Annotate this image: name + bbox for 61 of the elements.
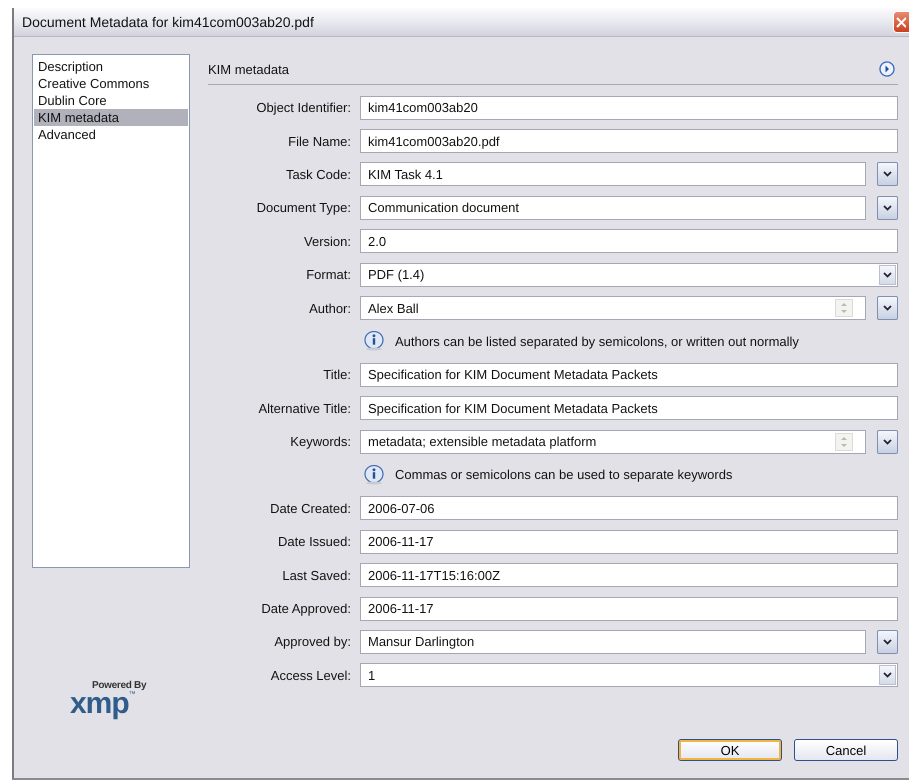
input-field[interactable]: 2.0 (360, 229, 898, 254)
input-field[interactable]: kim41com003ab20 (360, 96, 898, 120)
field-label: Date Created: (269, 500, 351, 516)
list-item[interactable]: Creative Commons (34, 75, 188, 92)
arrow-circle-icon (879, 61, 895, 77)
dialog-button[interactable]: Cancel (794, 739, 898, 761)
chevron-down-icon (883, 204, 892, 211)
field-label: Date Approved: (260, 601, 351, 616)
close-button[interactable] (893, 11, 909, 33)
chevron-down-icon (883, 638, 892, 645)
dropdown-button[interactable] (877, 162, 898, 186)
panel-heading: KIM metadata (208, 62, 289, 76)
input-field[interactable]: 2006-11-17T15:16:00Z (360, 563, 898, 588)
input-field[interactable]: Specification for KIM Document Metadata Packets (360, 362, 898, 387)
input-field[interactable]: Communication document (360, 196, 866, 220)
input-field[interactable]: Mansur Darlington (360, 630, 866, 654)
input-field[interactable]: 2006-11-17 (360, 530, 898, 554)
field-label: Last Saved: (281, 568, 351, 583)
field-label: Author: (308, 300, 351, 316)
select-field[interactable]: 1 (360, 663, 898, 688)
field-label: Version: (303, 234, 351, 249)
dropdown-button[interactable] (877, 430, 898, 454)
close-icon (894, 16, 906, 28)
field-label: Keywords: (289, 434, 351, 450)
dialog-button[interactable]: OK (678, 739, 782, 761)
field-label: Object Identifier: (255, 100, 351, 116)
dropdown-button[interactable] (877, 296, 898, 320)
logo-wordmark: xmp (70, 691, 129, 717)
field-label: Title: (322, 367, 351, 382)
logo-tagline: Powered By (92, 680, 146, 691)
input-field[interactable]: Alex Ball (360, 296, 866, 320)
dropdown-button[interactable] (877, 196, 898, 220)
dropdown-button[interactable] (877, 630, 898, 654)
chevron-down-icon (883, 171, 892, 178)
chevron-down-icon (883, 438, 892, 445)
hint-text: Commas or semicolons can be used to separate keywords (395, 467, 732, 482)
input-field[interactable]: kim41com003ab20.pdf (360, 129, 898, 154)
flyout-menu-button[interactable] (879, 61, 895, 77)
info-icon (363, 331, 385, 352)
field-label: Alternative Title: (258, 400, 351, 416)
field-label: Task Code: (284, 166, 351, 182)
field-label: Access Level: (270, 668, 351, 683)
input-field[interactable]: 2006-11-17 (360, 596, 898, 621)
input-field[interactable]: KIM Task 4.1 (360, 162, 866, 186)
input-field[interactable]: 2006-07-06 (360, 496, 898, 520)
info-icon (363, 464, 385, 485)
list-item[interactable]: Dublin Core (34, 92, 188, 109)
field-label: Format: (305, 267, 351, 282)
select-field[interactable]: PDF (1.4) (360, 262, 898, 287)
field-label: Document Type: (256, 200, 351, 216)
chevron-down-icon (883, 305, 892, 312)
list-item[interactable]: Description (34, 58, 188, 75)
field-label: Date Issued: (277, 534, 351, 550)
list-item[interactable]: Advanced (34, 126, 188, 143)
field-label: File Name: (287, 134, 351, 149)
hint-text: Authors can be listed separated by semicolons, or written out normally (395, 334, 799, 349)
field-label: Approved by: (273, 634, 351, 650)
list-item[interactable]: KIM metadata (34, 109, 188, 126)
input-field[interactable]: Specification for KIM Document Metadata Packets (360, 396, 898, 420)
window-title: Document Metadata for kim41com003ab20.pdf (21, 14, 314, 30)
input-field[interactable]: metadata; extensible metadata platform (360, 430, 866, 454)
